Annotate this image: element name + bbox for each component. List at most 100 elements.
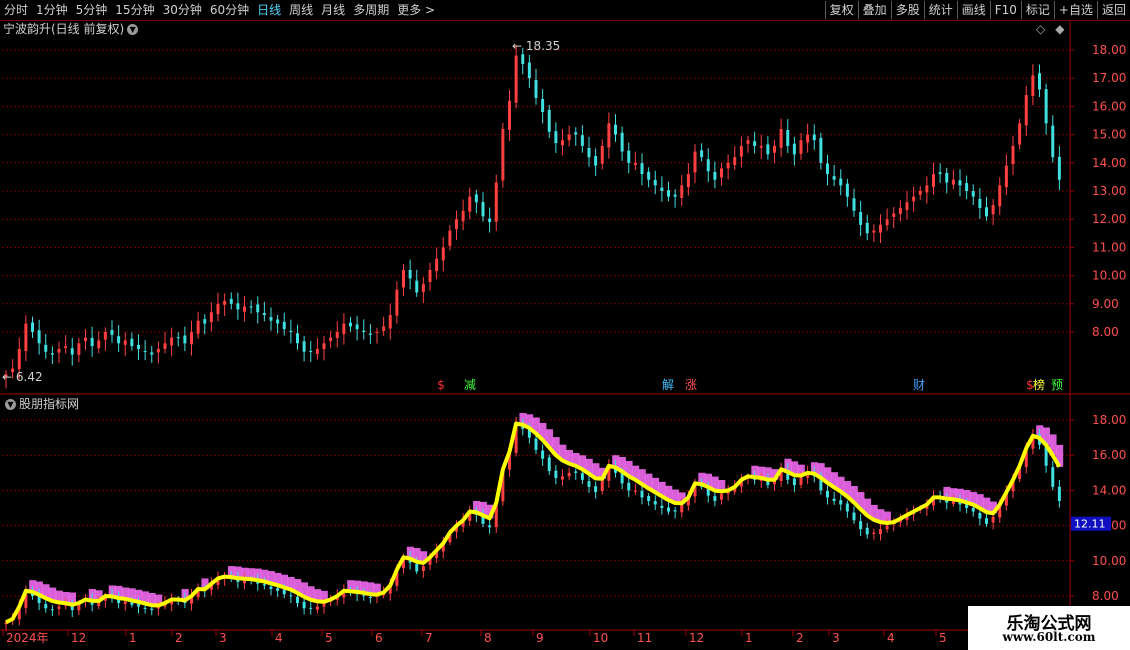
y-tick-label: 17.00 bbox=[1092, 71, 1126, 85]
axes: 18.0017.0016.0015.0014.0013.0012.0011.00… bbox=[0, 20, 1130, 650]
candle-body bbox=[77, 343, 81, 355]
candle-body bbox=[879, 529, 882, 535]
y-tick-label: 15.00 bbox=[1092, 128, 1126, 142]
candle-body bbox=[262, 312, 266, 316]
candle-body bbox=[428, 269, 432, 282]
candle-body bbox=[262, 584, 266, 586]
candle-body bbox=[256, 304, 260, 313]
candle-body bbox=[865, 222, 869, 234]
candle-body bbox=[587, 147, 591, 158]
candle-body bbox=[985, 518, 988, 524]
candle-body bbox=[607, 123, 611, 148]
x-tick-label: 1 bbox=[745, 631, 753, 645]
candles-indicator bbox=[4, 416, 1061, 632]
candle-body bbox=[521, 54, 525, 65]
candle-body bbox=[812, 134, 816, 141]
candle-body bbox=[223, 300, 227, 305]
candle-body bbox=[647, 496, 651, 501]
candle-body bbox=[547, 109, 551, 132]
candle-body bbox=[70, 348, 74, 355]
event-marker: 榜 bbox=[1033, 377, 1045, 392]
candles-main bbox=[4, 44, 1061, 389]
candle-body bbox=[1004, 165, 1008, 188]
candle-body bbox=[50, 353, 54, 355]
candle-body bbox=[852, 198, 856, 211]
candle-body bbox=[594, 156, 598, 166]
candle-body bbox=[647, 171, 651, 180]
candle-body bbox=[713, 496, 717, 501]
candle-body bbox=[826, 163, 829, 175]
candle-body bbox=[912, 196, 916, 202]
candle-body bbox=[759, 145, 763, 148]
y-tick-label: 18.00 bbox=[1092, 43, 1126, 57]
candle-body bbox=[660, 505, 664, 508]
candle-body bbox=[474, 194, 478, 203]
candle-body bbox=[819, 138, 823, 163]
candle-body bbox=[488, 218, 492, 223]
x-tick-label: 11 bbox=[637, 631, 652, 645]
candle-body bbox=[561, 476, 564, 480]
event-marker: 解 bbox=[662, 378, 674, 392]
candle-body bbox=[786, 129, 790, 146]
x-tick-label: 1 bbox=[129, 631, 137, 645]
candle-body bbox=[541, 450, 545, 459]
candle-body bbox=[203, 319, 207, 324]
candle-body bbox=[527, 62, 531, 79]
candle-body bbox=[832, 498, 836, 501]
event-marker: $ bbox=[437, 378, 445, 392]
x-tick-label: 7 bbox=[425, 631, 433, 645]
candle-body bbox=[965, 183, 969, 191]
candle-body bbox=[892, 213, 896, 217]
candle-body bbox=[362, 330, 366, 332]
x-tick-label: 8 bbox=[484, 631, 492, 645]
candle-body bbox=[991, 516, 995, 523]
candle-body bbox=[296, 333, 299, 344]
candle-body bbox=[57, 606, 61, 609]
candle-body bbox=[488, 525, 492, 528]
candle-body bbox=[236, 303, 240, 310]
event-marker: 减 bbox=[464, 378, 476, 392]
candle-body bbox=[481, 202, 485, 217]
candle-body bbox=[806, 134, 810, 143]
candle-body bbox=[117, 336, 121, 344]
candle-body bbox=[103, 332, 107, 340]
candle-body bbox=[276, 588, 280, 591]
candle-body bbox=[633, 162, 637, 165]
candle-body bbox=[137, 604, 140, 607]
candle-body bbox=[971, 508, 975, 512]
candle-body bbox=[600, 479, 604, 492]
high-price-label: ← 18.35 bbox=[512, 39, 560, 53]
candle-body bbox=[84, 337, 87, 342]
candle-body bbox=[289, 595, 293, 597]
x-tick-label: 2024年 bbox=[6, 631, 49, 645]
candle-body bbox=[269, 317, 273, 321]
candle-body bbox=[1011, 145, 1015, 165]
y-tick-label: 16.00 bbox=[1092, 99, 1126, 113]
chart-labels: ← 18.35← 6.42$ 减解涨财 $ 榜预 bbox=[2, 39, 1063, 392]
candle-body bbox=[355, 324, 359, 330]
candle-body bbox=[163, 343, 167, 349]
candle-body bbox=[594, 486, 598, 493]
candle-body bbox=[302, 341, 306, 352]
candle-body bbox=[170, 337, 174, 346]
x-tick-label: 3 bbox=[832, 631, 840, 645]
candle-body bbox=[183, 335, 187, 344]
candle-body bbox=[720, 493, 723, 500]
candle-body bbox=[435, 258, 439, 272]
candle-body bbox=[97, 340, 101, 349]
candle-body bbox=[766, 144, 770, 155]
y-tick-label: 12.00 bbox=[1092, 212, 1126, 226]
candle-body bbox=[832, 176, 836, 180]
candle-body bbox=[249, 306, 253, 308]
candle-body bbox=[627, 482, 631, 491]
candle-body bbox=[574, 132, 578, 135]
stock-chart[interactable]: 18.0017.0016.0015.0014.0013.0012.0011.00… bbox=[0, 0, 1130, 650]
candle-body bbox=[17, 348, 21, 370]
x-tick-label: 3 bbox=[219, 631, 227, 645]
candle-body bbox=[349, 322, 352, 327]
candle-body bbox=[872, 532, 876, 534]
x-tick-label: 6 bbox=[375, 631, 383, 645]
candle-body bbox=[985, 207, 988, 217]
candle-body bbox=[176, 337, 180, 339]
candle-body bbox=[229, 298, 233, 304]
